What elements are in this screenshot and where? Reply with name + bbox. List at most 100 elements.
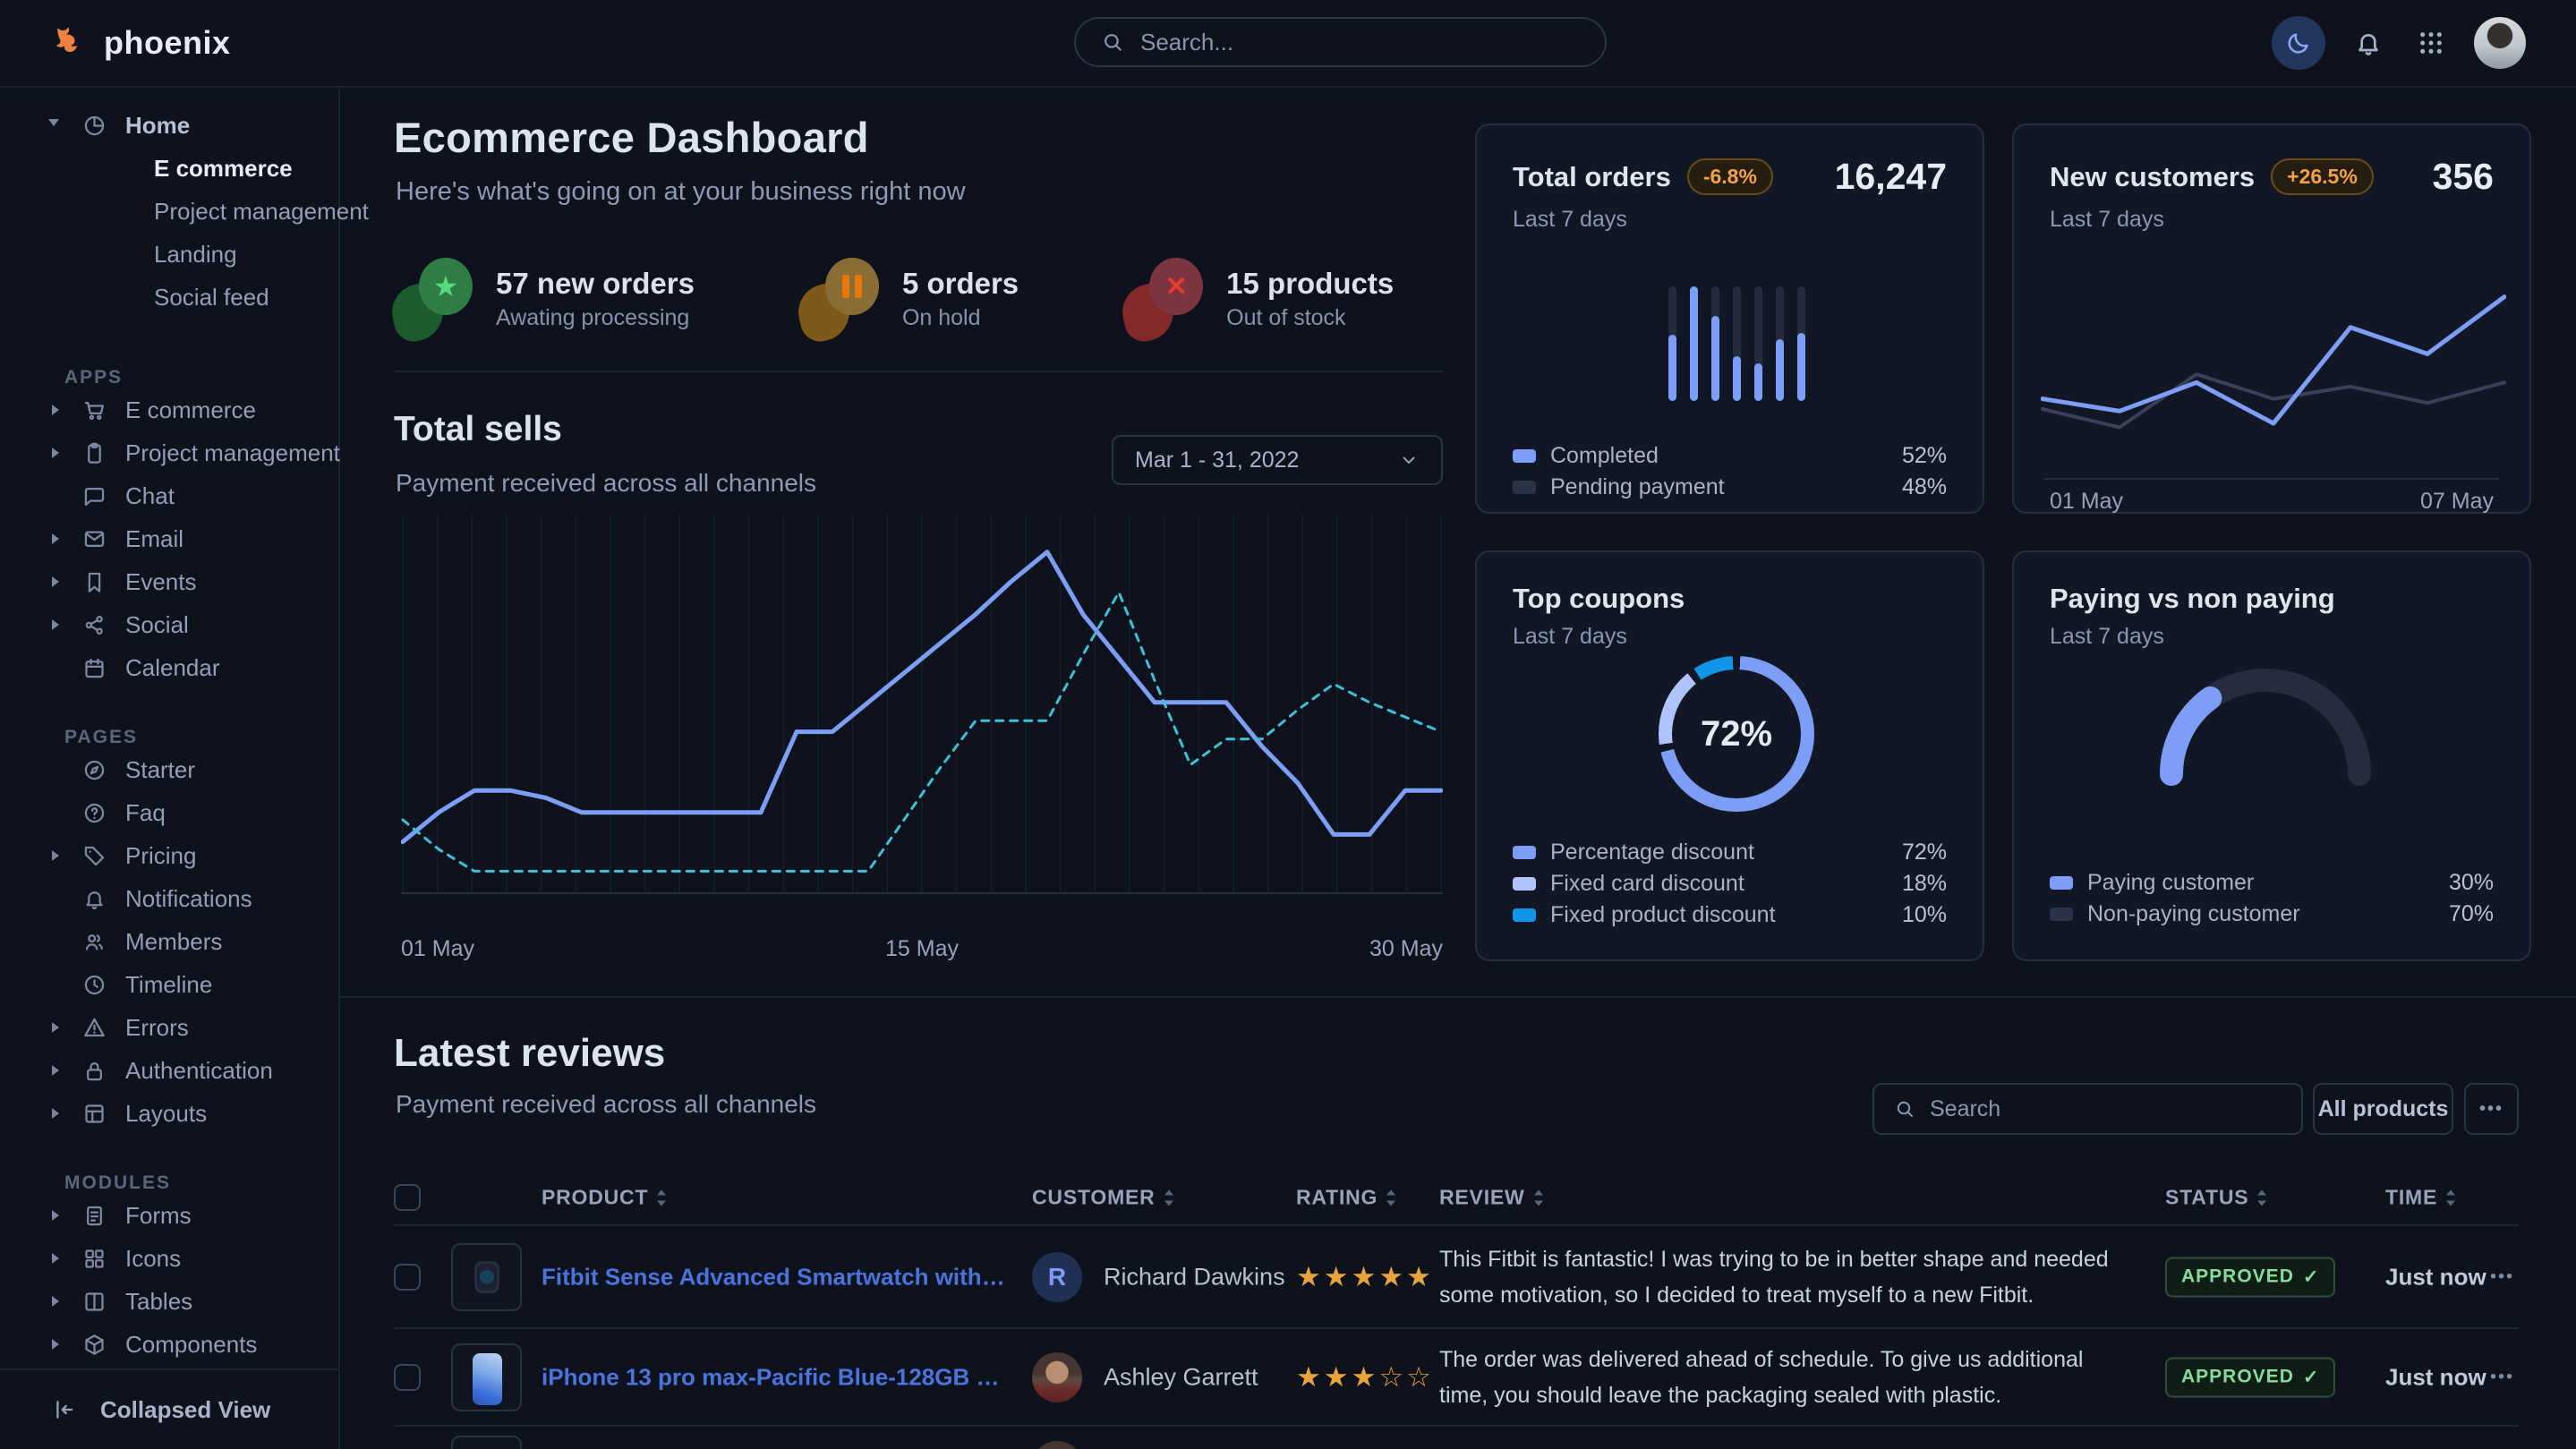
total-sells-subtitle: Payment received across all channels — [396, 469, 816, 498]
card-title: Top coupons — [1513, 583, 1685, 615]
apps-launcher-button[interactable] — [2411, 23, 2451, 63]
brand-logo[interactable]: phoenix — [50, 0, 231, 86]
column-header-review[interactable]: REVIEW — [1439, 1186, 1545, 1210]
caret-right-icon — [52, 1296, 59, 1307]
sidebar-item-notifications[interactable]: Notifications — [0, 877, 338, 920]
sidebar-item-components[interactable]: Components — [0, 1323, 338, 1366]
total-orders-card: Total orders -6.8% 16,247 Last 7 days Co… — [1475, 124, 1984, 514]
sidebar-item-members[interactable]: Members — [0, 920, 338, 963]
paying-legend: Paying customer30% Non-paying customer70… — [2050, 867, 2494, 930]
sidebar-item-pricing[interactable]: Pricing — [0, 834, 338, 877]
sidebar-item-email[interactable]: Email — [0, 517, 338, 560]
row-checkbox[interactable] — [394, 1264, 421, 1291]
stat-out-of-stock: ✕ 15 products Out of stock — [1122, 258, 1394, 340]
users-icon — [82, 930, 107, 954]
customer-avatar[interactable]: R — [1032, 1252, 1082, 1302]
stats-row: ★ 57 new orders Awating processing 5 ord… — [392, 258, 1394, 340]
reviews-search-input[interactable] — [1928, 1095, 2282, 1123]
total-orders-legend: Completed52% Pending payment48% — [1513, 440, 1947, 503]
sidebar-item-icons[interactable]: Icons — [0, 1237, 338, 1280]
customer-name: Richard Dawkins — [1104, 1263, 1285, 1291]
caret-right-icon — [52, 1108, 59, 1119]
sidebar-item-social[interactable]: Social — [0, 603, 338, 646]
collapsed-view-button[interactable]: Collapsed View — [0, 1383, 338, 1436]
help-circle-icon — [82, 801, 107, 825]
card-title: New customers — [2050, 161, 2255, 193]
sidebar-section-modules: MODULES — [0, 1144, 338, 1194]
card-period: Last 7 days — [2014, 615, 2529, 650]
sidebar-nav: Home E commerce Project management Landi… — [0, 86, 338, 1366]
sidebar-item-timeline[interactable]: Timeline — [0, 963, 338, 1006]
package-icon — [82, 1333, 107, 1357]
reviews-more-button[interactable]: ••• — [2464, 1083, 2519, 1135]
search-icon — [1101, 30, 1124, 54]
sidebar-item-errors[interactable]: Errors — [0, 1006, 338, 1049]
sidebar-item-authentication[interactable]: Authentication — [0, 1049, 338, 1092]
sidebar-item-project-management-app[interactable]: Project management — [0, 431, 338, 474]
legend-row: Fixed product discount10% — [1513, 899, 1947, 931]
new-customers-card: New customers +26.5% 356 Last 7 days 01 … — [2012, 124, 2531, 514]
sidebar-item-tables[interactable]: Tables — [0, 1280, 338, 1323]
column-header-product[interactable]: PRODUCT — [542, 1186, 668, 1210]
columns-icon — [82, 1290, 107, 1314]
sidebar-item-e-commerce-dashboard[interactable]: E commerce — [0, 147, 338, 190]
search-icon — [1894, 1098, 1915, 1120]
sort-icon — [1532, 1189, 1545, 1208]
column-header-customer[interactable]: CUSTOMER — [1032, 1186, 1175, 1210]
user-avatar[interactable] — [2474, 17, 2526, 69]
stat-new-orders: ★ 57 new orders Awating processing — [392, 258, 695, 340]
column-header-rating[interactable]: RATING — [1296, 1186, 1397, 1210]
latest-reviews-subtitle: Payment received across all channels — [396, 1090, 816, 1119]
row-more-button[interactable]: ••• — [2490, 1367, 2514, 1387]
sidebar-item-faq[interactable]: Faq — [0, 791, 338, 834]
date-range-select[interactable]: Mar 1 - 31, 2022 — [1112, 435, 1443, 485]
review-time: Just now — [2385, 1263, 2486, 1291]
sidebar: Home E commerce Project management Landi… — [0, 86, 340, 1449]
product-link[interactable]: iPhone 13 pro max-Pacific Blue-128GB sto… — [542, 1363, 1007, 1391]
product-thumbnail-iphone[interactable] — [451, 1343, 522, 1411]
caret-right-icon — [52, 533, 59, 544]
top-coupons-legend: Percentage discount72% Fixed card discou… — [1513, 837, 1947, 931]
column-header-status[interactable]: STATUS — [2165, 1186, 2268, 1210]
axis-start-label: 01 May — [2050, 489, 2123, 515]
sidebar-item-home[interactable]: Home — [0, 104, 338, 147]
total-orders-value: 16,247 — [1835, 156, 1947, 198]
row-checkbox[interactable] — [394, 1364, 421, 1391]
column-header-time[interactable]: TIME — [2385, 1186, 2457, 1210]
theme-toggle-button[interactable] — [2272, 16, 2325, 70]
notifications-button[interactable] — [2349, 23, 2388, 63]
legend-row: Fixed card discount18% — [1513, 868, 1947, 899]
card-title: Paying vs non paying — [2050, 583, 2335, 615]
global-search[interactable] — [1074, 17, 1607, 67]
new-customers-axis-line — [2044, 478, 2499, 480]
sidebar-item-calendar[interactable]: Calendar — [0, 646, 338, 689]
on-hold-pause-icon — [798, 258, 879, 340]
chat-icon — [82, 484, 107, 508]
product-link[interactable]: Fitbit Sense Advanced Smartwatch with To… — [542, 1263, 1007, 1291]
caret-right-icon — [52, 576, 59, 587]
sidebar-item-project-management-dashboard[interactable]: Project management — [0, 190, 338, 233]
clipboard-icon — [82, 441, 107, 465]
sidebar-item-chat[interactable]: Chat — [0, 474, 338, 517]
sort-icon — [655, 1189, 668, 1208]
sidebar-item-ecommerce-app[interactable]: E commerce — [0, 388, 338, 431]
customer-avatar — [1032, 1441, 1082, 1449]
sidebar-item-starter[interactable]: Starter — [0, 748, 338, 791]
reviews-search[interactable] — [1872, 1083, 2303, 1135]
stat-orders-on-hold: 5 orders On hold — [798, 258, 1019, 340]
layout-icon — [82, 1102, 107, 1126]
row-more-button[interactable]: ••• — [2490, 1266, 2514, 1287]
sidebar-item-forms[interactable]: Forms — [0, 1194, 338, 1237]
rating-stars: ★★★☆☆ — [1296, 1361, 1434, 1394]
global-search-input[interactable] — [1139, 28, 1580, 57]
sidebar-item-social-feed[interactable]: Social feed — [0, 276, 338, 319]
product-thumbnail-fitbit[interactable] — [451, 1243, 522, 1311]
sidebar-item-landing[interactable]: Landing — [0, 233, 338, 276]
customer-avatar[interactable] — [1032, 1352, 1082, 1402]
review-table-row-partial — [394, 1427, 2519, 1449]
sidebar-item-layouts[interactable]: Layouts — [0, 1092, 338, 1135]
legend-row: Non-paying customer70% — [2050, 899, 2494, 930]
all-products-button[interactable]: All products — [2313, 1083, 2453, 1135]
sidebar-item-events[interactable]: Events — [0, 560, 338, 603]
select-all-checkbox[interactable] — [394, 1184, 421, 1211]
